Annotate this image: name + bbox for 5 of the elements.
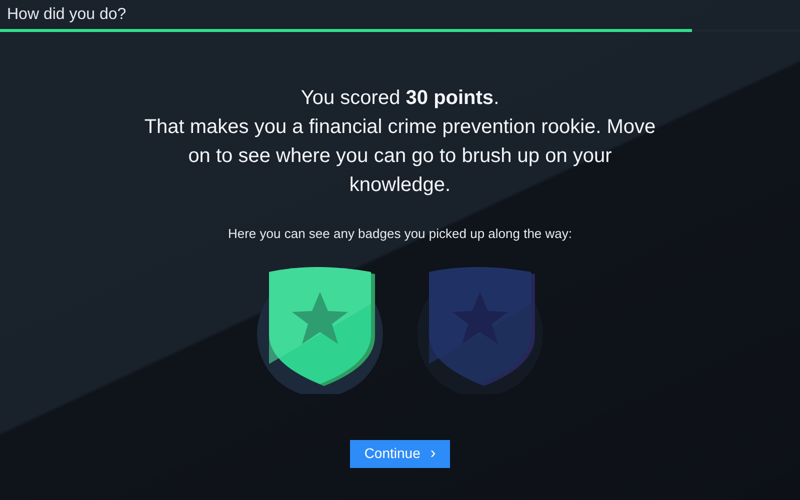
badges-intro: Here you can see any badges you picked up along the way: [228,225,572,243]
window-title: How did you do? [6,4,128,24]
result-message: That makes you a financial crime prevention rookie. Move on to see where you can go to brush up on your knowledge. [143,115,657,198]
continue-button[interactable]: Continue › [350,440,450,468]
score-text: You scored 30 points. [300,86,500,111]
